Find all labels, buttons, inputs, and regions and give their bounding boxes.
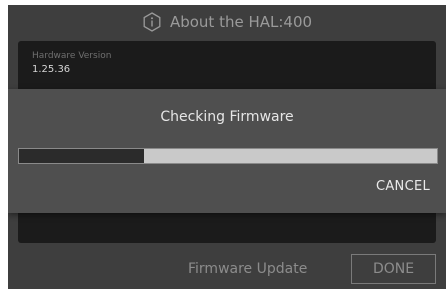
info-icon: [142, 12, 162, 32]
checking-firmware-dialog: Checking Firmware CANCEL: [8, 89, 446, 213]
title-bar: About the HAL:400: [8, 5, 446, 39]
hardware-version-label: Hardware Version: [32, 51, 112, 61]
device-screen: About the HAL:400 Hardware Version 1.25.…: [8, 5, 446, 289]
cancel-button[interactable]: CANCEL: [376, 179, 430, 194]
dialog-title: Checking Firmware: [160, 109, 294, 125]
done-button[interactable]: DONE: [351, 254, 436, 284]
hardware-version-value: 1.25.36: [32, 64, 71, 75]
page-title: About the HAL:400: [169, 13, 313, 31]
firmware-update-button[interactable]: Firmware Update: [188, 261, 307, 277]
progress-fill: [19, 149, 145, 163]
progress-bar: [18, 148, 438, 164]
